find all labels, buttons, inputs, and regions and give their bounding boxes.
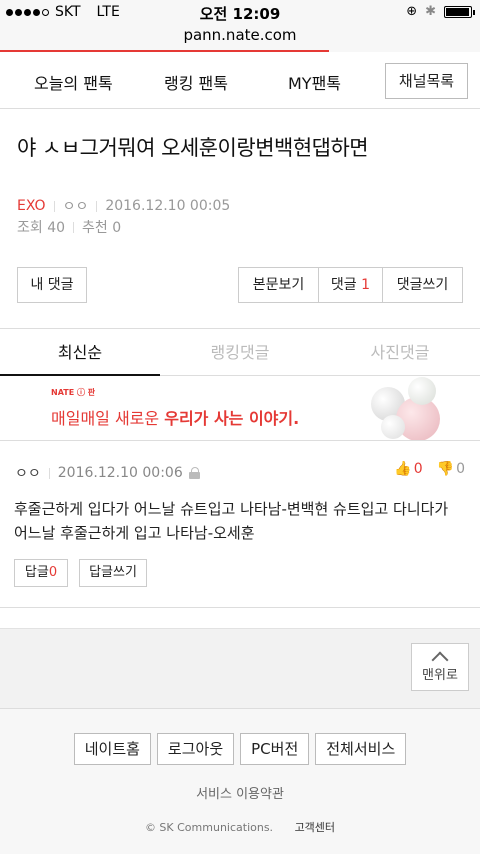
footer-links: 네이트홈 로그아웃 PC버전 전체서비스: [0, 733, 480, 765]
write-reply-button[interactable]: 답글쓰기: [79, 559, 147, 587]
url-bar[interactable]: pann.nate.com: [0, 26, 480, 52]
reply-label: 답글: [24, 565, 49, 580]
comments-button[interactable]: 댓글 1: [318, 268, 382, 302]
ad-banner[interactable]: NATE ⓘ 판 매일매일 새로운 우리가 사는 이야기.: [36, 377, 446, 440]
nav-item-my-pantalk[interactable]: MY팬톡: [288, 70, 341, 94]
dislike-button[interactable]: 👎 0: [437, 461, 465, 477]
status-bar: SKT LTE 오전 12:09 ⊕ ✱: [0, 0, 480, 26]
comment-meta: ㅇㅇ 2016.12.10 00:06: [15, 463, 201, 483]
all-services-link[interactable]: 전체서비스: [315, 733, 407, 765]
post-views: 조회 40: [17, 220, 66, 236]
chevron-up-icon: [431, 651, 449, 669]
pc-version-link[interactable]: PC버전: [240, 733, 310, 765]
banner-text-normal: 매일매일 새로운: [51, 409, 165, 428]
scroll-top-label: 맨위로: [422, 668, 458, 683]
banner-logo: NATE ⓘ 판: [51, 388, 96, 397]
divider: [96, 200, 98, 212]
url-text: pann.nate.com: [183, 26, 297, 44]
pearl-decoration: [408, 377, 436, 405]
comment-body: 후줄근하게 입다가 어느날 슈트입고 나타남-변백현 슈트입고 다니다가 어느날…: [14, 500, 449, 542]
terms-link[interactable]: 서비스 이용약관: [0, 783, 480, 802]
post-author: ㅇㅇ: [62, 199, 89, 215]
comment-author: ㅇㅇ: [15, 466, 41, 482]
divider: [0, 440, 480, 441]
write-comment-button[interactable]: 댓글쓰기: [382, 268, 462, 302]
gray-spacer: [0, 628, 480, 708]
dislike-count: 0: [456, 461, 465, 477]
copyright: © SK Communications. 고객센터: [0, 819, 480, 835]
divider: [53, 200, 55, 212]
post-title: 야 ㅅㅂ그거뭐여 오세훈이랑변백현댑하면: [17, 136, 369, 160]
view-body-button[interactable]: 본문보기: [239, 268, 318, 302]
status-right: ⊕ ✱: [406, 4, 475, 19]
top-nav: 오늘의 팬톡 랭킹 팬톡 MY팬톡 채널목록: [0, 52, 480, 109]
my-comments-button[interactable]: 내 댓글: [17, 267, 87, 303]
comment-datetime: 2016.12.10 00:06: [57, 465, 183, 481]
post-datetime: 2016.12.10 00:05: [105, 198, 231, 214]
like-button[interactable]: 👍 0: [394, 461, 422, 477]
comments-count: 1: [361, 277, 371, 293]
post-stats: 조회 40 추천 0: [17, 217, 121, 237]
tab-ranking-comments[interactable]: 랭킹댓글: [160, 329, 320, 376]
comment-votes: 👍 0 👎 0: [394, 461, 465, 477]
battery-icon: [444, 5, 475, 18]
bluetooth-icon: ✱: [425, 4, 436, 19]
comments-label: 댓글: [330, 277, 357, 293]
customer-center-link[interactable]: 고객센터: [295, 821, 335, 834]
footer: 네이트홈 로그아웃 PC버전 전체서비스 서비스 이용약관 © SK Commu…: [0, 708, 480, 854]
reply-button[interactable]: 답글0: [14, 559, 68, 587]
comment-tabs: 최신순 랭킹댓글 사진댓글: [0, 328, 480, 376]
logout-link[interactable]: 로그아웃: [156, 733, 235, 765]
nav-item-today-pantalk[interactable]: 오늘의 팬톡: [34, 70, 113, 94]
thumbs-down-icon: 👎: [436, 461, 455, 477]
tab-latest[interactable]: 최신순: [0, 329, 160, 376]
banner-text: 매일매일 새로운 우리가 사는 이야기.: [51, 405, 299, 429]
reply-count: 0: [48, 565, 58, 580]
divider: [0, 607, 480, 608]
post-recommend: 추천 0: [82, 220, 122, 236]
divider: [73, 221, 75, 233]
post-meta: EXO ㅇㅇ 2016.12.10 00:05: [17, 196, 230, 216]
rotation-lock-icon: ⊕: [406, 4, 418, 19]
post-action-group: 본문보기 댓글 1 댓글쓰기: [238, 267, 463, 303]
copyright-text: © SK Communications.: [144, 821, 274, 834]
lock-icon: [188, 467, 201, 479]
like-count: 0: [413, 461, 423, 477]
pearl-decoration: [381, 415, 405, 439]
channel-list-button[interactable]: 채널목록: [385, 63, 468, 99]
divider: [48, 467, 50, 479]
scroll-top-button[interactable]: 맨위로: [411, 643, 469, 691]
tab-photo-comments[interactable]: 사진댓글: [320, 329, 480, 376]
nate-home-link[interactable]: 네이트홈: [73, 733, 151, 765]
thumbs-up-icon: 👍: [394, 461, 412, 477]
nav-item-ranking-pantalk[interactable]: 랭킹 팬톡: [164, 70, 228, 94]
banner-text-bold: 우리가 사는 이야기.: [164, 409, 300, 428]
post-channel[interactable]: EXO: [17, 198, 46, 214]
